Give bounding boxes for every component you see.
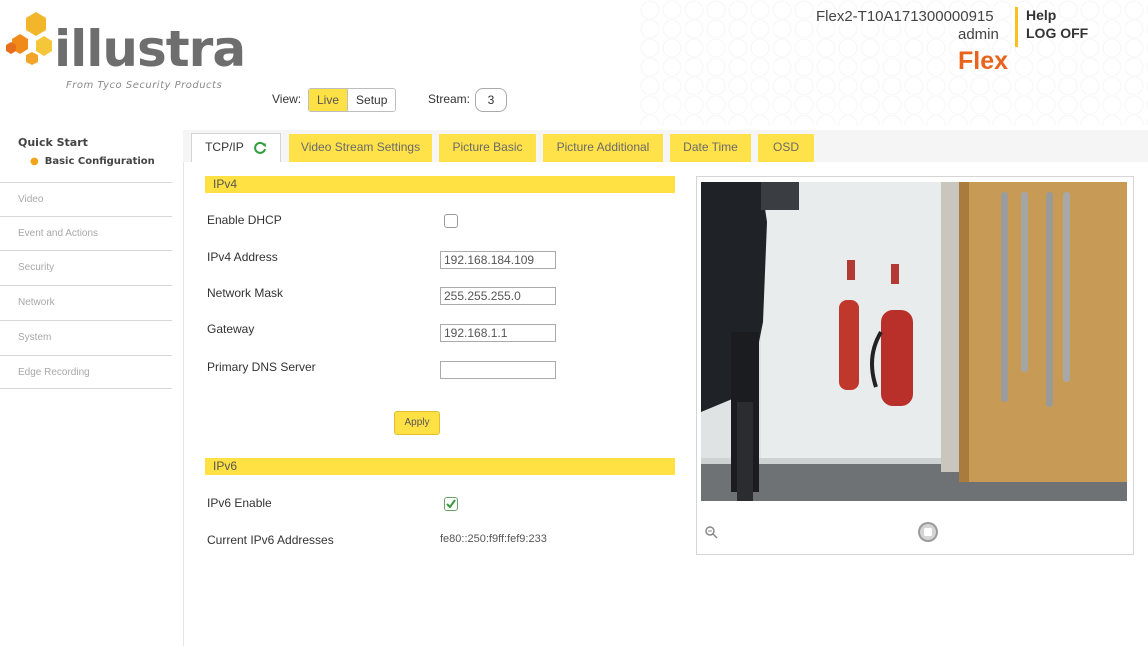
view-live-button[interactable]: Live <box>309 89 348 111</box>
ipv4-address-input[interactable] <box>440 251 556 269</box>
stream-label: Stream: <box>428 92 471 106</box>
tab-bar: TCP/IP Video Stream Settings Picture Bas… <box>183 130 1148 163</box>
network-mask-label: Network Mask <box>207 286 284 300</box>
sidebar-item-edge-recording[interactable]: Edge Recording <box>0 355 172 389</box>
sidebar-item-label: Basic Configuration <box>44 156 155 167</box>
sidebar-item-event-and-actions[interactable]: Event and Actions <box>0 216 172 250</box>
stream-select[interactable]: 3 <box>475 88 507 112</box>
header-divider <box>1015 7 1018 47</box>
ipv6-enable-checkbox[interactable] <box>444 497 458 511</box>
sidebar-item-system[interactable]: System <box>0 320 172 354</box>
tab-label: TCP/IP <box>205 140 244 154</box>
enable-dhcp-checkbox[interactable] <box>444 214 458 228</box>
zoom-icon[interactable] <box>704 525 718 539</box>
gateway-input[interactable] <box>440 324 556 342</box>
record-button-icon[interactable] <box>917 521 939 543</box>
tab-picture-basic[interactable]: Picture Basic <box>439 134 536 162</box>
view-label: View: <box>272 92 302 106</box>
view-toggle: Live Setup <box>308 88 397 112</box>
product-name: Flex <box>958 47 1009 75</box>
checkbox-check-icon <box>446 499 456 509</box>
logo-wordmark: illustra <box>54 20 246 78</box>
current-ipv6-label: Current IPv6 Addresses <box>207 533 334 547</box>
ipv6-section-header: IPv6 <box>205 458 675 475</box>
tab-picture-additional[interactable]: Picture Additional <box>543 134 663 162</box>
gateway-label: Gateway <box>207 322 255 336</box>
device-name: Flex2-T10A171300000915 <box>816 8 994 25</box>
tab-osd[interactable]: OSD <box>758 134 814 162</box>
view-setup-button[interactable]: Setup <box>347 89 396 111</box>
sidebar-item-security[interactable]: Security <box>0 250 172 284</box>
current-ipv6-value: fe80::250:f9ff:fef9:233 <box>440 533 547 545</box>
tab-date-time[interactable]: Date Time <box>670 134 751 162</box>
tab-tcp-ip[interactable]: TCP/IP <box>191 133 281 163</box>
apply-button[interactable]: Apply <box>394 411 440 435</box>
tab-video-stream-settings[interactable]: Video Stream Settings <box>289 134 432 162</box>
ipv4-section-header: IPv4 <box>205 176 675 193</box>
sidebar-item-network[interactable]: Network <box>0 285 172 319</box>
logged-in-user: admin <box>958 26 999 43</box>
illustra-logo: illustra From Tyco Security Products <box>6 8 266 98</box>
sidebar-item-basic-configuration[interactable]: ● Basic Configuration <box>30 156 155 167</box>
logo-tagline: From Tyco Security Products <box>66 80 223 91</box>
primary-dns-label: Primary DNS Server <box>207 360 316 374</box>
sidebar-item-video[interactable]: Video <box>0 182 172 216</box>
live-video-feed[interactable] <box>701 182 1127 501</box>
primary-dns-input[interactable] <box>440 361 556 379</box>
help-link[interactable]: Help <box>1026 7 1056 23</box>
sidebar-quick-start[interactable]: Quick Start <box>18 136 88 149</box>
network-mask-input[interactable] <box>440 287 556 305</box>
ipv6-enable-label: IPv6 Enable <box>207 496 272 510</box>
log-off-link[interactable]: LOG OFF <box>1026 25 1088 41</box>
refresh-icon[interactable] <box>253 141 267 155</box>
enable-dhcp-label: Enable DHCP <box>207 213 282 227</box>
bullet-icon: ● <box>30 156 39 167</box>
ipv4-address-label: IPv4 Address <box>207 250 278 264</box>
